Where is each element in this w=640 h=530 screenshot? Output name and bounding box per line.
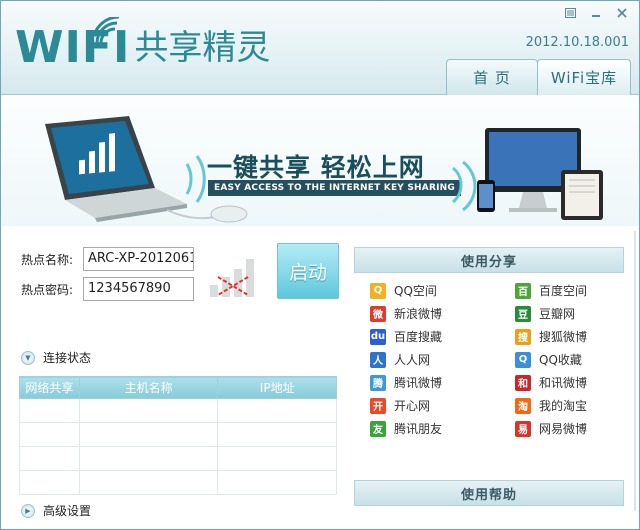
version-label: 2012.10.18.001 (525, 35, 629, 50)
share-item-label: 豆瓣网 (539, 307, 576, 321)
app-window: WIFI 共享精灵 2012.10.18.001 首 页 WiFi宝库 一键共享… (0, 0, 640, 530)
banner-title: 一键共享 轻松上网 (207, 153, 425, 182)
table-cell (19, 398, 80, 423)
share-item[interactable]: 搜搜狐微博 (515, 325, 620, 348)
table-row[interactable] (19, 422, 337, 447)
minimize-icon[interactable] (585, 5, 607, 21)
share-item-label: 我的淘宝 (539, 399, 588, 413)
share-item-label: 网易微博 (539, 422, 588, 436)
expand-icon: ▶ (21, 503, 35, 518)
close-icon[interactable] (611, 5, 633, 21)
advanced-settings-title: 高级设置 (43, 504, 92, 518)
share-item-label: 腾讯朋友 (394, 422, 443, 436)
column-header[interactable]: 网络共享 (19, 376, 80, 399)
main-tabs: 首 页 WiFi宝库 (446, 59, 631, 95)
share-item-label: 新浪微博 (394, 307, 443, 321)
share-item[interactable]: Q QQ空间 (370, 279, 515, 302)
wifi-signal-logo-icon (95, 17, 120, 44)
share-item-label: 百度搜藏 (394, 330, 443, 344)
hotspot-name-input[interactable]: ARC-XP-2012061 (83, 247, 194, 271)
share-item[interactable]: 微新浪微博 (370, 302, 515, 325)
hotspot-name-row: 热点名称: ARC-XP-2012061 (21, 247, 194, 271)
side-decoration (634, 231, 636, 511)
sohu-weibo-icon: 搜 (515, 328, 531, 345)
share-item[interactable]: 豆豆瓣网 (515, 302, 620, 325)
table-cell (19, 446, 80, 471)
logo-app-name: 共享精灵 (134, 28, 271, 68)
table-cell (78, 470, 219, 495)
kaixin-icon: 开 (370, 397, 386, 414)
tencent-friend-icon: 友 (370, 420, 386, 437)
table-cell (19, 422, 80, 447)
advanced-settings-toggle[interactable]: ▶ 高级设置 (21, 502, 91, 519)
share-item-label: 百度空间 (539, 284, 588, 298)
banner-subtitle: EASY ACCESS TO THE INTERNET KEY SHARING (208, 180, 461, 196)
hexun-weibo-icon: 和 (515, 374, 531, 391)
connection-status-toggle[interactable]: ▼ 连接状态 (21, 349, 91, 366)
tab-home[interactable]: 首 页 (446, 59, 538, 95)
share-item-label: 开心网 (394, 399, 431, 413)
qq-favorite-icon: Q (515, 351, 531, 368)
share-item-label: 腾讯微博 (394, 376, 443, 390)
share-item[interactable]: 百百度空间 (515, 279, 620, 302)
douban-icon: 豆 (515, 305, 531, 322)
table-row[interactable] (19, 470, 337, 495)
baidu-icon: du (370, 328, 386, 345)
expand-icon: ▼ (21, 350, 35, 365)
table-cell (19, 470, 80, 495)
share-item[interactable]: 友腾讯朋友 (370, 417, 515, 440)
table-header-row: 网络共享 主机名称 IP地址 (19, 376, 337, 399)
table-row[interactable] (19, 446, 337, 471)
share-item-label: 和讯微博 (539, 376, 588, 390)
table-cell (78, 398, 219, 423)
table-cell (78, 422, 219, 447)
window-controls (559, 5, 633, 21)
share-item-label: QQ空间 (394, 284, 437, 298)
tab-wifi-treasury[interactable]: WiFi宝库 (537, 59, 631, 95)
qzone-icon: Q (370, 282, 386, 299)
table-row[interactable] (19, 398, 337, 423)
hotspot-password-input[interactable]: 1234567890 (83, 277, 194, 301)
table-cell (217, 398, 337, 423)
sina-weibo-icon: 微 (370, 305, 386, 322)
table-cell (78, 446, 219, 471)
no-signal-icon (210, 259, 254, 297)
share-list: Q QQ空间百百度空间微新浪微博豆豆瓣网 du 百度搜藏搜搜狐微博人人人网 Q QQ收藏腾… (370, 279, 620, 440)
table-cell (217, 446, 337, 471)
table-cell (217, 470, 337, 495)
connection-status-title: 连接状态 (43, 351, 92, 365)
netease-weibo-icon: 易 (515, 420, 531, 437)
share-item[interactable]: 开开心网 (370, 394, 515, 417)
menu-icon[interactable] (559, 5, 581, 21)
share-item-label: 搜狐微博 (539, 330, 588, 344)
column-header[interactable]: 主机名称 (78, 376, 219, 399)
share-item[interactable]: Q QQ收藏 (515, 348, 620, 371)
app-logo: WIFI 共享精灵 (15, 17, 271, 73)
taobao-icon: 淘 (515, 397, 531, 414)
devices-illustration-icon (451, 128, 603, 220)
column-header[interactable]: IP地址 (217, 376, 337, 399)
promo-banner: 一键共享 轻松上网 EASY ACCESS TO THE INTERNET KE… (1, 96, 639, 226)
hotspot-name-label: 热点名称: (21, 252, 74, 267)
share-item[interactable]: 腾腾讯微博 (370, 371, 515, 394)
share-item[interactable]: 淘我的淘宝 (515, 394, 620, 417)
tencent-weibo-icon: 腾 (370, 374, 386, 391)
hotspot-password-row: 热点密码: 1234567890 (21, 277, 194, 301)
header-bar: WIFI 共享精灵 2012.10.18.001 首 页 WiFi宝库 (1, 1, 639, 95)
share-item[interactable]: 和和讯微博 (515, 371, 620, 394)
help-section-header[interactable]: 使用帮助 (354, 480, 624, 506)
share-item[interactable]: 易网易微博 (515, 417, 620, 440)
hotspot-password-label: 热点密码: (21, 282, 74, 297)
start-button[interactable]: 启动 (277, 243, 339, 299)
table-cell (217, 422, 337, 447)
share-item-label: QQ收藏 (539, 353, 582, 367)
share-item-label: 人人网 (394, 353, 431, 367)
share-item[interactable]: du 百度搜藏 (370, 325, 515, 348)
share-item[interactable]: 人人人网 (370, 348, 515, 371)
baidu-space-icon: 百 (515, 282, 531, 299)
share-section-header[interactable]: 使用分享 (354, 247, 624, 273)
connection-table: 网络共享 主机名称 IP地址 (19, 376, 337, 495)
renren-icon: 人 (370, 351, 386, 368)
